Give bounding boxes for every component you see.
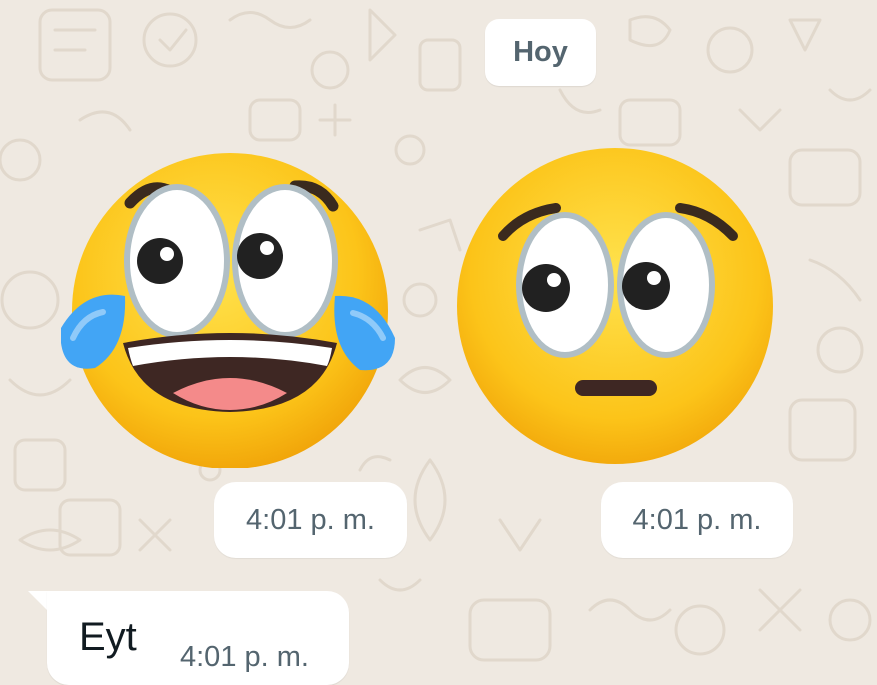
worried-big-eyes-emoji-sticker[interactable]	[448, 148, 788, 468]
sticker-time-chip: 4:01 p. m.	[601, 482, 793, 558]
incoming-message-bubble[interactable]: Eyt 4:01 p. m.	[47, 591, 349, 685]
sticker-timestamp: 4:01 p. m.	[632, 503, 762, 536]
flat-mouth	[575, 380, 657, 396]
sticker-timestamp: 4:01 p. m.	[246, 503, 375, 536]
date-separator-label: Hoy	[513, 36, 568, 68]
sticker-time-chip: 4:01 p. m.	[214, 482, 407, 558]
message-text: Eyt	[79, 615, 137, 659]
emoji-face	[457, 148, 773, 464]
laughing-crying-eyes-emoji-sticker[interactable]	[55, 148, 405, 468]
date-separator: Hoy	[485, 19, 596, 86]
message-timestamp: 4:01 p. m.	[180, 641, 309, 673]
